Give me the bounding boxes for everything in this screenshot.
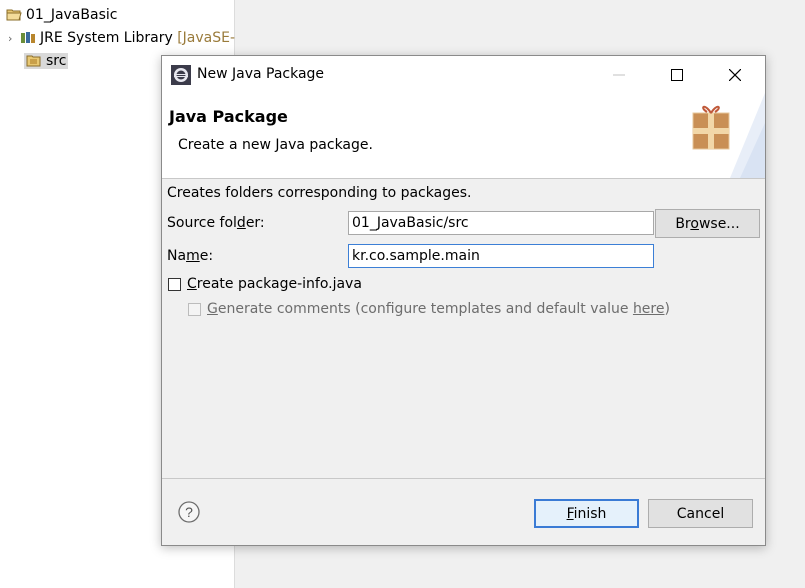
tree-item-jre-decoration: [JavaSE- xyxy=(177,30,236,46)
maximize-icon xyxy=(671,68,683,81)
tree-item-project[interactable]: 01_JavaBasic xyxy=(6,5,117,25)
create-package-info-label[interactable]: Create package-info.java xyxy=(187,276,362,292)
tree-item-jre-label: JRE System Library xyxy=(40,30,173,46)
source-folder-field[interactable] xyxy=(348,211,654,235)
eclipse-icon xyxy=(171,65,191,85)
configure-templates-link[interactable]: here xyxy=(633,301,665,317)
generate-comments-checkbox[interactable] xyxy=(188,303,201,316)
minimize-button[interactable] xyxy=(590,56,648,93)
wizard-banner: Java Package Create a new Java package. xyxy=(162,93,765,179)
finish-button[interactable]: Finish xyxy=(534,499,639,528)
help-icon[interactable]: ? xyxy=(178,501,200,523)
new-java-package-dialog: New Java Package Java Package Create a n… xyxy=(161,55,766,546)
dialog-title: New Java Package xyxy=(197,66,325,82)
banner-description: Create a new Java package. xyxy=(178,137,373,153)
create-package-info-checkbox[interactable] xyxy=(168,278,181,291)
svg-text:?: ? xyxy=(185,504,193,520)
generate-comments-label: Generate comments (configure templates a… xyxy=(207,301,670,317)
browse-button[interactable]: Browse... xyxy=(655,209,760,238)
dialog-titlebar[interactable]: New Java Package xyxy=(162,56,765,93)
close-icon xyxy=(729,68,741,81)
tree-item-src-label: src xyxy=(46,53,67,69)
footer-separator xyxy=(162,478,765,479)
intro-text: Creates folders corresponding to package… xyxy=(167,185,472,201)
tree-item-src[interactable]: src xyxy=(24,51,69,71)
banner-title: Java Package xyxy=(169,107,288,126)
project-folder-icon xyxy=(6,9,22,21)
package-name-field[interactable] xyxy=(348,244,654,268)
source-folder-label: Source folder: xyxy=(167,215,265,231)
tree-item-jre[interactable]: › JRE System Library [JavaSE- xyxy=(8,28,235,48)
maximize-button[interactable] xyxy=(648,56,706,93)
name-label: Name: xyxy=(167,248,214,264)
close-button[interactable] xyxy=(706,56,764,93)
package-wizard-icon xyxy=(692,93,765,178)
tree-item-project-label: 01_JavaBasic xyxy=(26,7,118,23)
minimize-icon xyxy=(613,74,625,75)
source-folder-icon xyxy=(26,55,41,67)
library-icon xyxy=(21,32,35,43)
cancel-button[interactable]: Cancel xyxy=(648,499,753,528)
chevron-right-icon[interactable]: › xyxy=(8,29,20,49)
